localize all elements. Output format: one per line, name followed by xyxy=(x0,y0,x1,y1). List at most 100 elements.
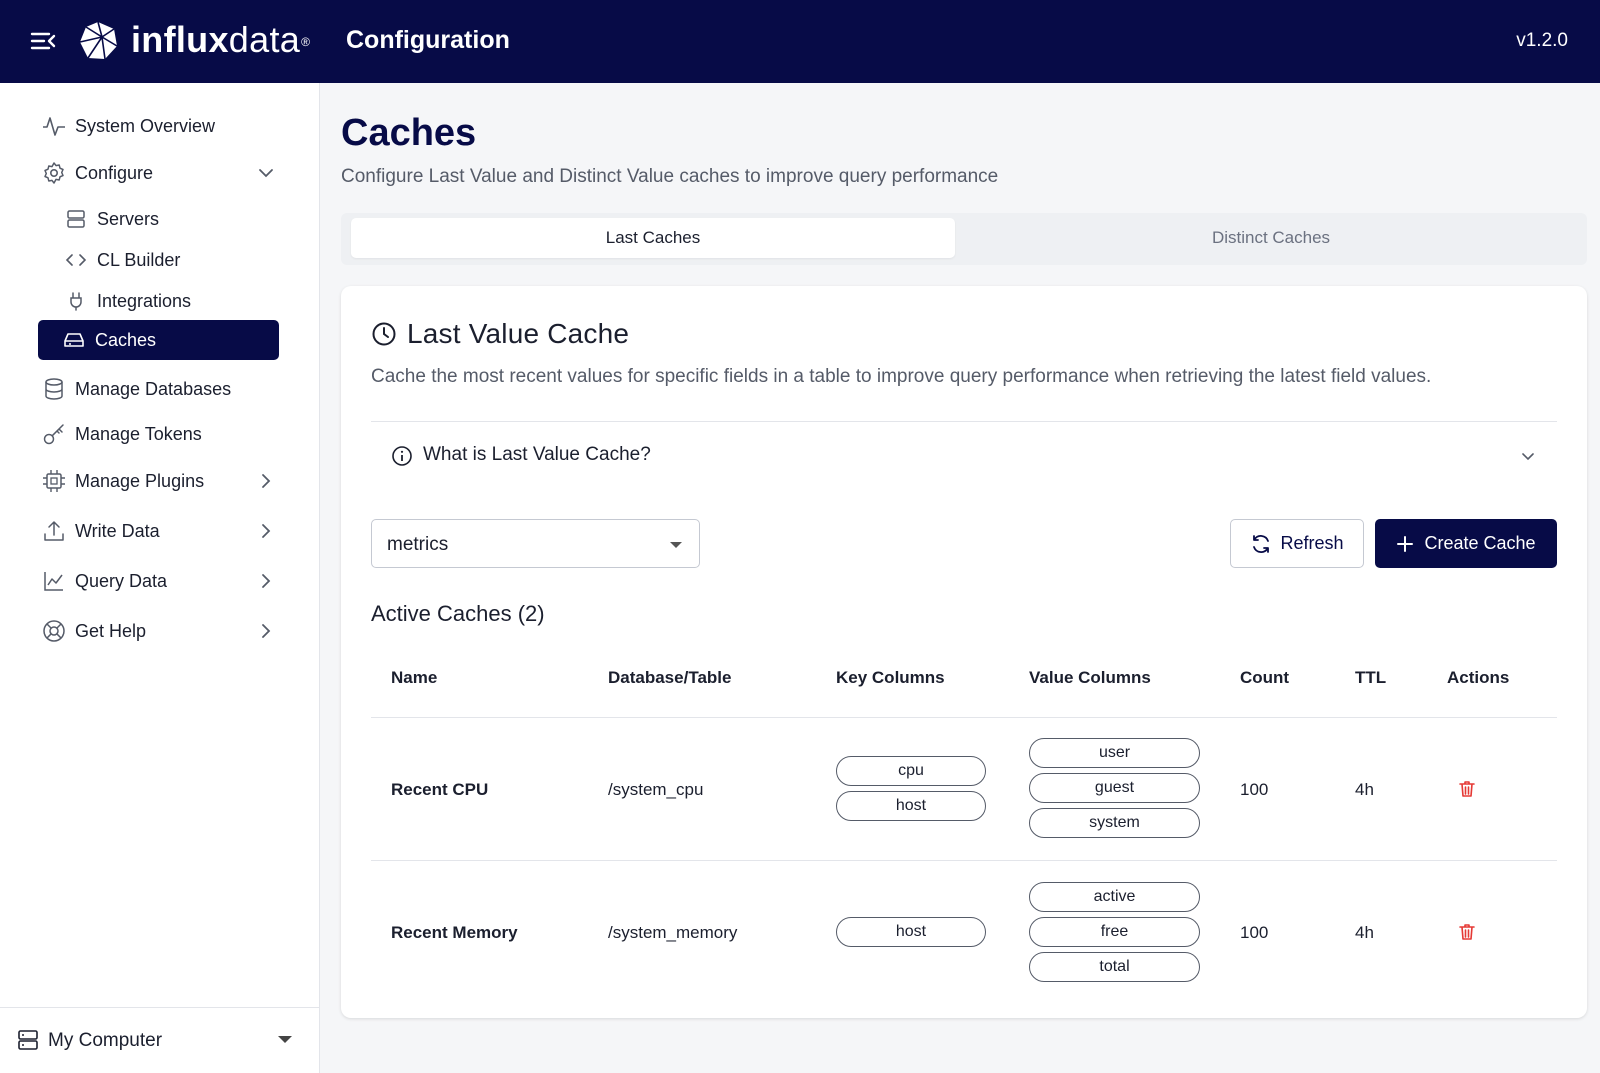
sidebar-item-label: Integrations xyxy=(97,290,192,311)
sidebar-item-label: CL Builder xyxy=(97,249,181,270)
server-icon xyxy=(62,205,90,233)
value-column-chip: system xyxy=(1029,808,1200,838)
cache-count: 100 xyxy=(1240,923,1269,942)
what-is-lvc-accordion[interactable]: What is Last Value Cache? xyxy=(371,421,1557,488)
sidebar-item-manage-databases[interactable]: Manage Databases xyxy=(38,369,280,409)
sidebar-item-configure[interactable]: Configure xyxy=(38,153,280,193)
brand-bold: influx xyxy=(131,19,229,60)
cache-count: 100 xyxy=(1240,780,1269,799)
chevron-right-icon xyxy=(262,624,271,638)
cache-table: /system_cpu xyxy=(608,780,704,799)
chevron-right-icon xyxy=(262,574,271,588)
refresh-label: Refresh xyxy=(1280,533,1344,553)
sidebar-item-get-help[interactable]: Get Help xyxy=(38,611,280,651)
sidebar-item-label: Manage Plugins xyxy=(75,470,205,491)
gear-icon xyxy=(40,159,68,187)
tab-distinct-caches[interactable]: Distinct Caches xyxy=(965,218,1577,258)
lifebuoy-icon xyxy=(40,617,68,645)
cache-ttl: 4h xyxy=(1355,780,1374,799)
column-header-database-table: Database/Table xyxy=(608,668,732,687)
info-icon xyxy=(392,446,412,466)
page-subtitle: Configure Last Value and Distinct Value … xyxy=(341,166,999,187)
column-header-actions: Actions xyxy=(1447,668,1510,687)
chevron-down-icon xyxy=(1522,453,1534,461)
top-bar: influxdata® Configuration v1.2.0 xyxy=(0,0,1600,83)
sidebar-item-manage-tokens[interactable]: Manage Tokens xyxy=(38,414,280,454)
table-row: Recent CPU /system_cpu cpu host user gue… xyxy=(371,718,1557,861)
server-icon xyxy=(18,1030,38,1050)
sidebar-item-label: Manage Tokens xyxy=(75,423,202,444)
value-column-chip: total xyxy=(1029,952,1200,982)
delete-trash-icon[interactable] xyxy=(1457,779,1477,799)
database-icon xyxy=(40,375,68,403)
sidebar-item-cl-builder[interactable]: CL Builder xyxy=(60,240,280,280)
app-title: Configuration xyxy=(346,26,510,54)
sidebar-item-label: Query Data xyxy=(75,570,168,591)
sidebar-item-integrations[interactable]: Integrations xyxy=(60,281,280,321)
sidebar-item-servers[interactable]: Servers xyxy=(60,199,280,239)
sidebar-item-caches[interactable]: Caches xyxy=(38,320,279,360)
sidebar-item-write-data[interactable]: Write Data xyxy=(38,511,280,551)
cache-name: Recent Memory xyxy=(391,923,518,942)
sidebar-item-manage-plugins[interactable]: Manage Plugins xyxy=(38,461,280,501)
key-column-chip: host xyxy=(836,791,986,821)
brand-registered-mark: ® xyxy=(301,35,311,49)
cache-tabs: Last Caches Distinct Caches xyxy=(341,213,1587,265)
sidebar: System Overview Configure Servers CL Bui… xyxy=(0,83,320,1073)
key-icon xyxy=(40,420,68,448)
upload-icon xyxy=(40,517,68,545)
activity-icon xyxy=(40,112,68,140)
delete-trash-icon[interactable] xyxy=(1457,922,1477,942)
database-select[interactable]: metrics xyxy=(371,519,700,568)
plug-icon xyxy=(62,287,90,315)
brand-light: data xyxy=(228,19,301,60)
sidebar-item-system-overview[interactable]: System Overview xyxy=(38,106,280,146)
key-column-chip: cpu xyxy=(836,756,986,786)
chart-line-icon xyxy=(40,567,68,595)
clock-icon xyxy=(372,322,396,346)
card-title: Last Value Cache xyxy=(407,318,630,349)
create-cache-button[interactable]: Create Cache xyxy=(1375,519,1557,568)
column-header-ttl: TTL xyxy=(1355,668,1387,687)
cache-table: /system_memory xyxy=(608,923,738,942)
column-header-name: Name xyxy=(391,668,438,687)
column-header-count: Count xyxy=(1240,668,1290,687)
value-column-chip: guest xyxy=(1029,773,1200,803)
tab-last-caches[interactable]: Last Caches xyxy=(351,218,955,258)
sidebar-item-label: Write Data xyxy=(75,520,160,541)
sidebar-item-label: Configure xyxy=(75,162,154,183)
version-label: v1.2.0 xyxy=(1516,30,1568,51)
brand-wordmark: influxdata® xyxy=(131,18,310,62)
key-column-chip: host xyxy=(836,917,986,947)
sidebar-item-label: Servers xyxy=(97,208,160,229)
computer-selector-label: My Computer xyxy=(48,1030,163,1051)
computer-selector[interactable]: My Computer xyxy=(0,1007,320,1073)
value-column-chip: free xyxy=(1029,917,1200,947)
value-column-chip: active xyxy=(1029,882,1200,912)
page-title: Caches xyxy=(341,112,477,154)
sidebar-item-label: Caches xyxy=(95,329,157,350)
chevron-down-icon xyxy=(259,169,273,178)
menu-collapse-icon[interactable] xyxy=(30,29,56,53)
last-value-cache-card: Last Value Cache Cache the most recent v… xyxy=(341,286,1587,1018)
refresh-icon xyxy=(1253,534,1270,553)
card-description: Cache the most recent values for specifi… xyxy=(371,366,1432,387)
sidebar-item-label: System Overview xyxy=(75,115,216,136)
table-row: Recent Memory /system_memory host active… xyxy=(371,861,1557,1004)
column-header-key-columns: Key Columns xyxy=(836,668,945,687)
chevron-right-icon xyxy=(262,474,271,488)
cache-ttl: 4h xyxy=(1355,923,1374,942)
create-cache-label: Create Cache xyxy=(1424,533,1536,553)
column-header-value-columns: Value Columns xyxy=(1029,668,1151,687)
active-caches-heading: Active Caches (2) xyxy=(371,601,545,626)
refresh-button[interactable]: Refresh xyxy=(1230,519,1364,568)
drive-icon xyxy=(60,326,88,354)
plus-icon xyxy=(1397,535,1414,552)
sidebar-item-query-data[interactable]: Query Data xyxy=(38,561,280,601)
value-column-chip: user xyxy=(1029,738,1200,768)
caret-down-icon xyxy=(670,542,682,548)
caret-down-icon xyxy=(278,1036,292,1043)
sidebar-item-label: Get Help xyxy=(75,620,147,641)
code-icon xyxy=(62,246,90,274)
chevron-right-icon xyxy=(262,524,271,538)
